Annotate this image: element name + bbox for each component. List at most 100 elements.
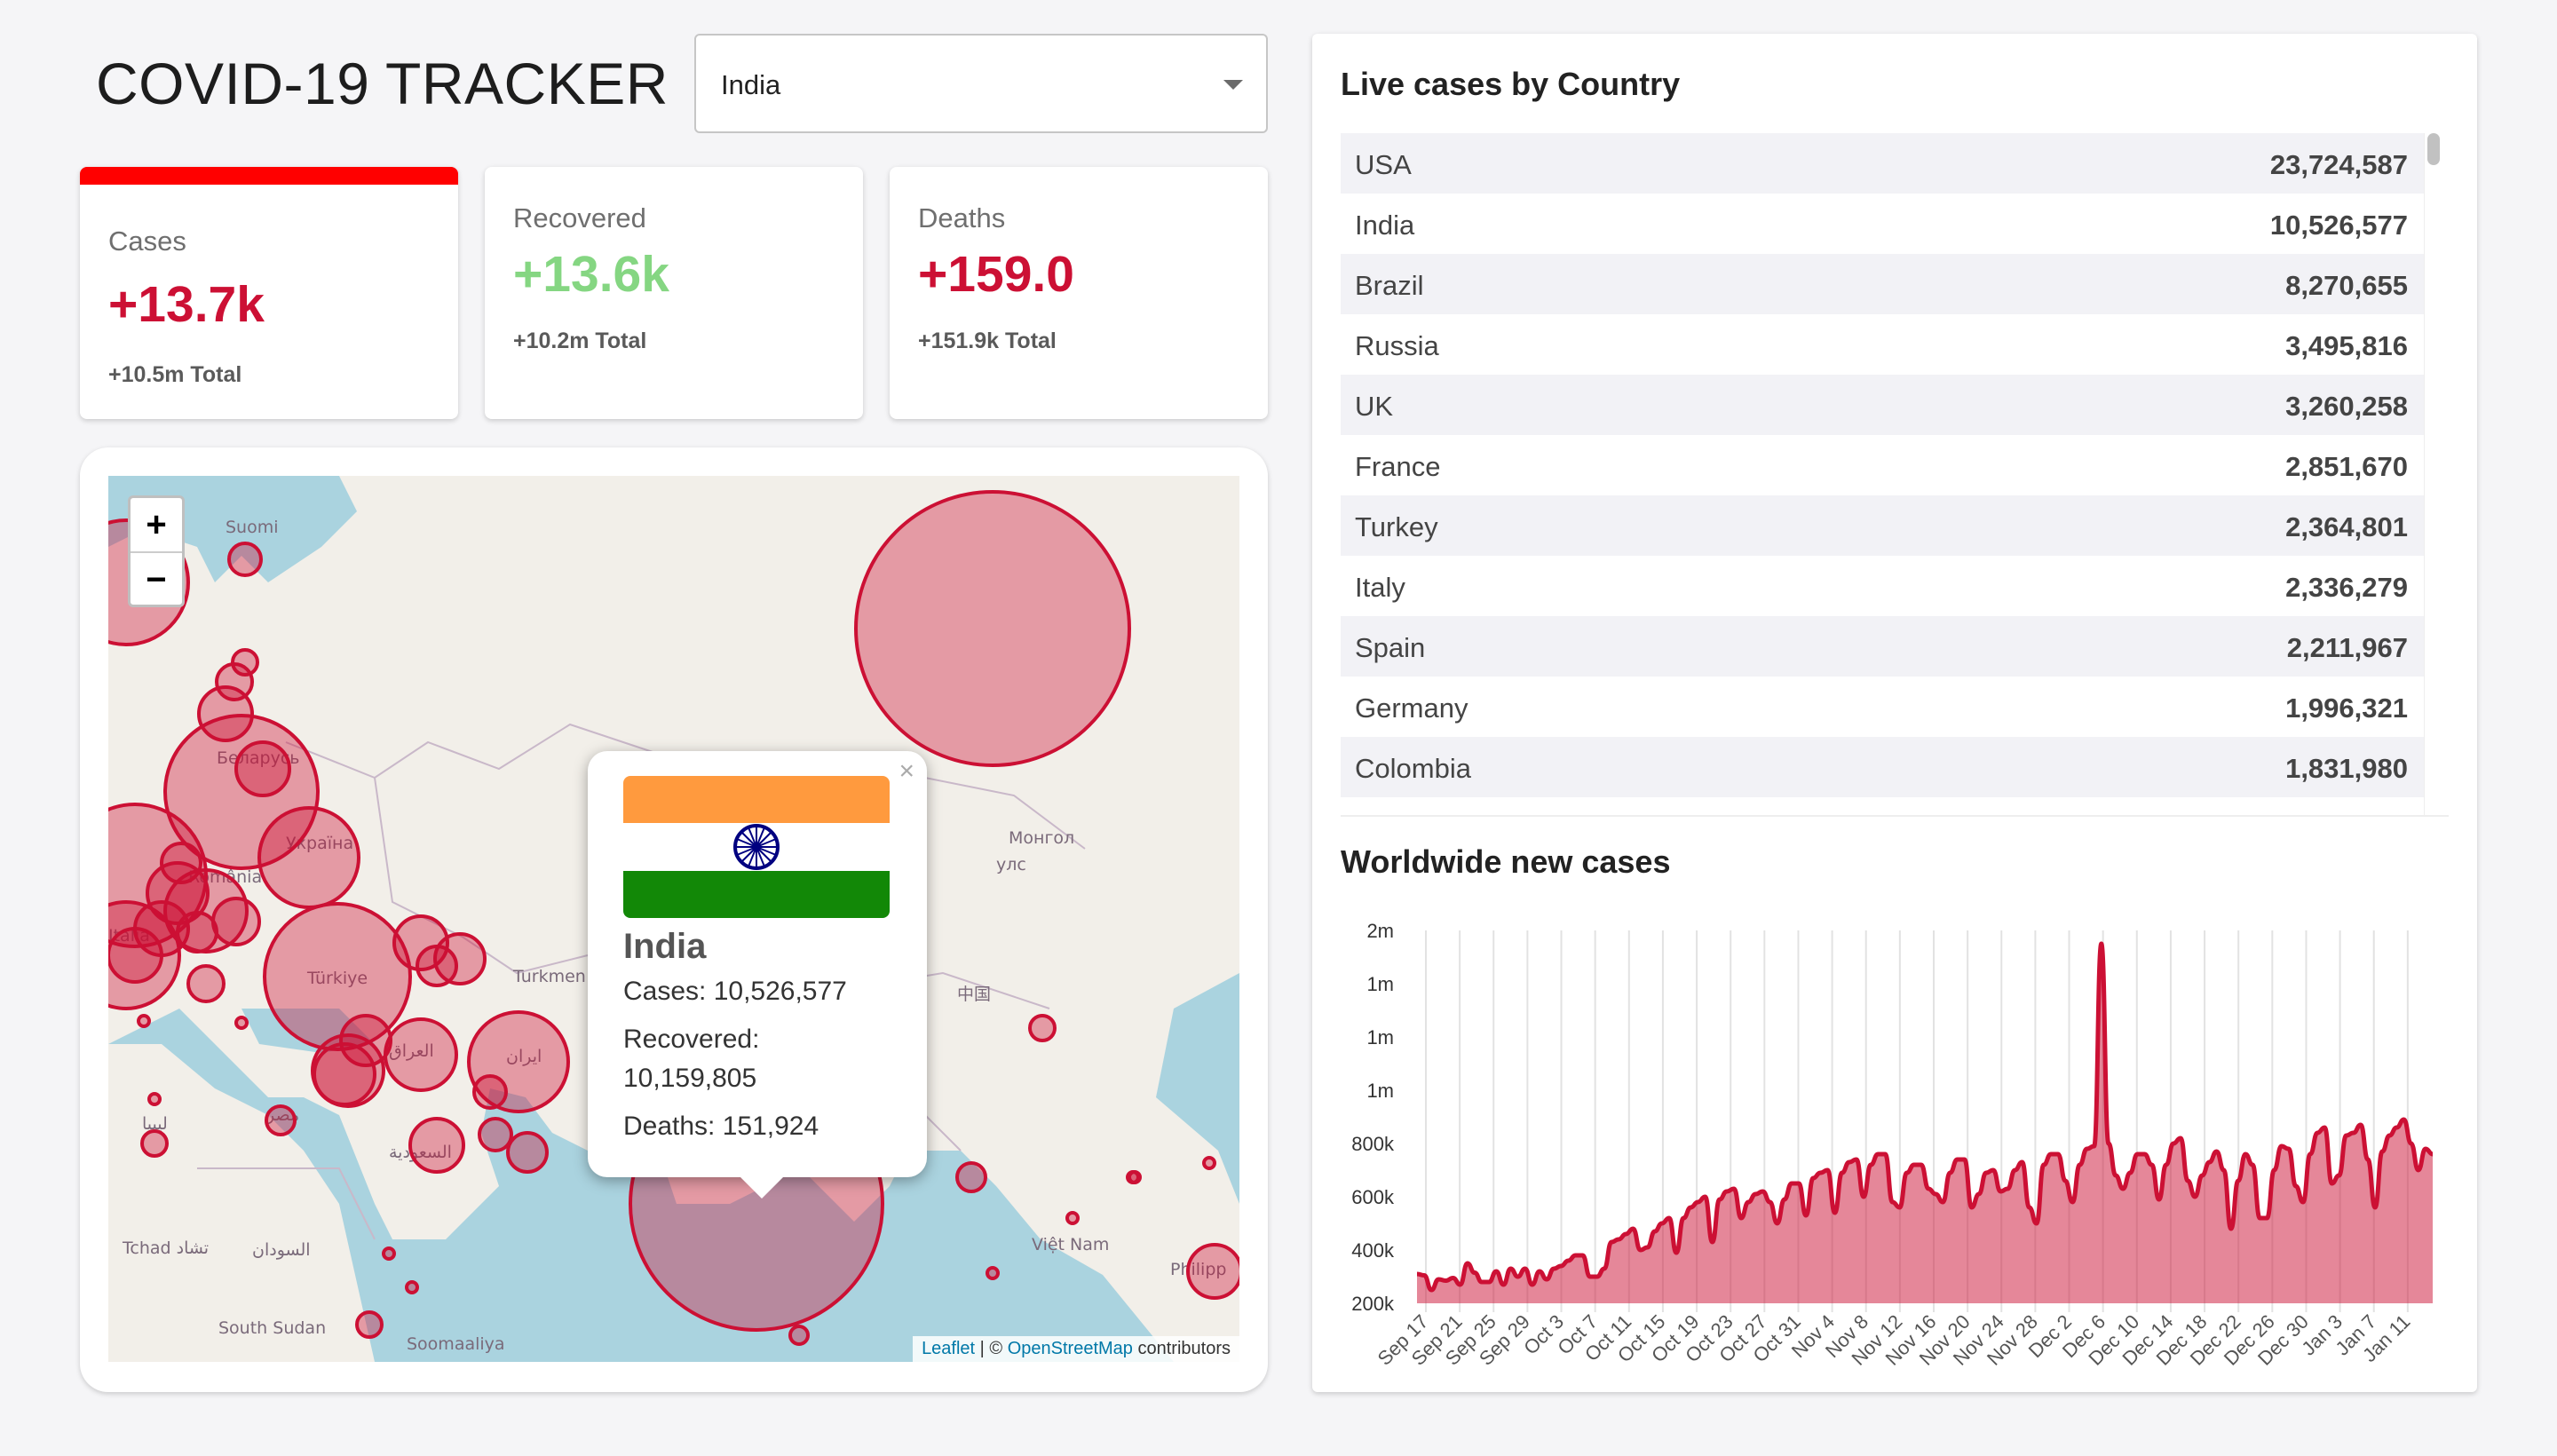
table-row[interactable]: Turkey 2,364,801 [1341, 495, 2424, 556]
deaths-card[interactable]: Deaths +159.0 +151.9k Total [890, 167, 1268, 419]
case-circle[interactable] [108, 927, 163, 984]
case-circle[interactable] [408, 1117, 465, 1174]
country-name: Germany [1355, 692, 1468, 724]
country-cases: 10,526,577 [2269, 210, 2408, 241]
case-circle[interactable] [355, 1310, 384, 1339]
ashoka-chakra-icon [733, 824, 780, 870]
country-cases: 1,831,980 [2285, 753, 2408, 784]
case-circle[interactable] [257, 806, 360, 909]
case-circle[interactable] [1028, 1014, 1057, 1042]
chart-title: Worldwide new cases [1341, 843, 1671, 880]
y-tick-label: 1m [1366, 1026, 1394, 1048]
map-label: Монгол [1009, 828, 1074, 848]
case-circle[interactable] [227, 542, 263, 577]
table-row[interactable]: Russia 3,495,816 [1341, 314, 2424, 375]
scrollbar-thumb[interactable] [2427, 133, 2440, 165]
country-name: UK [1355, 391, 1394, 422]
close-icon[interactable]: × [899, 756, 914, 787]
table-row[interactable]: UK 3,260,258 [1341, 375, 2424, 435]
country-select-value: India [721, 69, 781, 100]
table-row[interactable]: Colombia 1,831,980 [1341, 737, 2424, 797]
popup-recovered-label: Recovered: [623, 1025, 760, 1054]
country-select[interactable]: India [694, 34, 1268, 133]
case-circle[interactable] [313, 1042, 376, 1106]
country-cases: 8,270,655 [2285, 270, 2408, 301]
country-name: Russia [1355, 330, 1439, 361]
country-cases: 23,724,587 [2269, 149, 2408, 180]
case-circle[interactable] [788, 1325, 810, 1346]
case-circle[interactable] [478, 1117, 513, 1152]
app-title: COVID-19 TRACKER [96, 51, 669, 116]
recovered-total: +10.2m Total [513, 328, 647, 353]
map-attribution: Leaflet | © OpenStreetMap contributors [913, 1336, 1239, 1362]
case-circle[interactable] [140, 1129, 169, 1158]
case-circle[interactable] [472, 1074, 508, 1110]
recovered-label: Recovered [513, 202, 646, 233]
case-circle[interactable] [405, 1280, 419, 1294]
map-label: Việt Nam [1032, 1235, 1109, 1254]
country-cases: 3,260,258 [2285, 391, 2408, 422]
country-name: Brazil [1355, 270, 1424, 301]
osm-link[interactable]: OpenStreetMap [1008, 1339, 1133, 1358]
case-circle[interactable] [231, 648, 259, 677]
country-name: Colombia [1355, 753, 1471, 784]
case-circle[interactable] [1186, 1243, 1239, 1300]
country-name: Turkey [1355, 511, 1438, 542]
cases-card[interactable]: Cases +13.7k +10.5m Total [80, 167, 458, 419]
case-circle[interactable] [211, 897, 261, 946]
right-panel: Live cases by Country Colombia 1,831,980 G… [1312, 34, 2477, 1392]
y-tick-label: 200k [1351, 1293, 1395, 1315]
case-circle[interactable] [854, 490, 1131, 767]
case-circle[interactable] [147, 1092, 162, 1106]
case-circle[interactable] [382, 1246, 396, 1261]
case-circle[interactable] [384, 1017, 458, 1092]
cases-total: +10.5m Total [108, 362, 242, 387]
zoom-control: + − [128, 495, 185, 607]
recovered-value: +13.6k [513, 246, 669, 303]
case-circle[interactable] [986, 1266, 1000, 1280]
country-name: Italy [1355, 572, 1405, 603]
popup-tip [740, 1177, 783, 1199]
country-cases: 3,495,816 [2285, 330, 2408, 361]
table-row[interactable]: Germany 1,996,321 [1341, 677, 2424, 737]
case-circle[interactable] [234, 1016, 249, 1030]
popup-deaths: Deaths: 151,924 [623, 1112, 819, 1141]
deaths-total: +151.9k Total [918, 328, 1057, 353]
world-map[interactable]: Suomi Беларусь Україна Türkiye Turkmen ا… [108, 476, 1239, 1362]
case-circle[interactable] [176, 911, 218, 954]
table-row[interactable]: Spain 2,211,967 [1341, 616, 2424, 677]
case-circle[interactable] [1202, 1156, 1216, 1170]
chevron-down-icon [1223, 80, 1243, 90]
table-row[interactable]: France 2,851,670 [1341, 435, 2424, 495]
map-label: Tchad تشاد [122, 1238, 209, 1258]
popup-country-name: India [623, 927, 707, 966]
table-row[interactable]: USA 23,724,587 [1341, 133, 2424, 194]
zoom-out-button[interactable]: − [131, 551, 182, 605]
table-row[interactable]: Italy 2,336,279 [1341, 556, 2424, 616]
case-circle[interactable] [186, 964, 226, 1003]
case-circle[interactable] [265, 1104, 297, 1136]
recovered-card[interactable]: Recovered +13.6k +10.2m Total [485, 167, 863, 419]
country-cases: 2,364,801 [2285, 511, 2408, 542]
scrollbar-track[interactable] [2424, 133, 2445, 815]
case-circle[interactable] [160, 842, 202, 884]
table-row[interactable]: India 10,526,577 [1341, 194, 2424, 254]
case-circle[interactable] [1126, 1170, 1140, 1184]
case-circle[interactable] [234, 740, 291, 797]
case-circle[interactable] [1065, 1211, 1080, 1225]
case-circle[interactable] [416, 945, 458, 987]
y-tick-label: 800k [1351, 1133, 1395, 1155]
zoom-in-button[interactable]: + [131, 498, 182, 551]
case-circle[interactable] [506, 1131, 549, 1174]
deaths-label: Deaths [918, 202, 1006, 233]
live-cases-table[interactable]: Colombia 1,831,980 Germany 1,996,321 Spain 2,… [1341, 133, 2449, 817]
case-circle[interactable] [955, 1161, 987, 1193]
cases-label: Cases [108, 226, 186, 257]
table-row[interactable]: Brazil 8,270,655 [1341, 254, 2424, 314]
leaflet-link[interactable]: Leaflet [922, 1339, 975, 1358]
country-name: France [1355, 451, 1441, 482]
map-label: السودان [252, 1240, 311, 1260]
popup-recovered-value: 10,159,805 [623, 1064, 757, 1093]
map-label: Soomaaliya [407, 1334, 505, 1354]
case-circle[interactable] [137, 1014, 151, 1028]
